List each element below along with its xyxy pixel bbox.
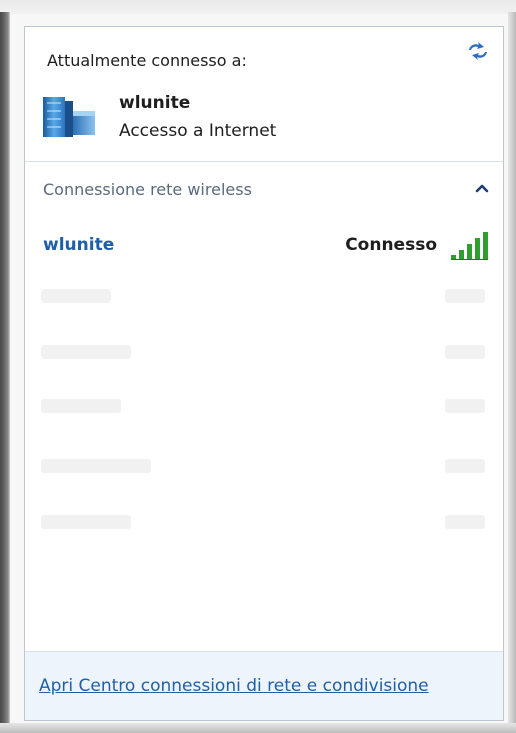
section-title: Connessione rete wireless: [43, 180, 252, 199]
frame-left-edge: [0, 12, 10, 733]
chevron-up-icon[interactable]: [475, 182, 489, 194]
hidden-network-placeholder: [41, 459, 151, 473]
hidden-network-placeholder: [445, 289, 485, 303]
hidden-network-placeholder: [41, 345, 131, 359]
hidden-network-placeholder: [445, 399, 485, 413]
frame-bottom-edge: [0, 723, 516, 733]
popup-frame: Attualmente connesso a: wlunite Accesso …: [0, 0, 516, 733]
hidden-network-placeholder: [41, 399, 121, 413]
connected-network-name: wlunite: [119, 93, 191, 113]
current-connection-header: Attualmente connesso a: wlunite Accesso …: [25, 27, 503, 161]
signal-strength-icon: [451, 232, 488, 260]
open-network-center-link[interactable]: Apri Centro connessioni di rete e condiv…: [39, 676, 429, 696]
network-flyout-panel: Attualmente connesso a: wlunite Accesso …: [24, 26, 504, 721]
frame-right-edge: [508, 12, 516, 733]
hidden-network-placeholder: [41, 515, 131, 529]
network-building-icon: [43, 97, 95, 137]
hidden-network-placeholder: [445, 459, 485, 473]
header-title: Attualmente connesso a:: [47, 51, 247, 70]
network-list-item[interactable]: wlunite Connesso: [25, 227, 503, 267]
refresh-arrows-icon[interactable]: [465, 39, 491, 63]
connected-network-status: Accesso a Internet: [119, 121, 277, 141]
wireless-section-header[interactable]: Connessione rete wireless: [25, 162, 503, 212]
hidden-network-placeholder: [41, 289, 111, 303]
hidden-network-placeholder: [445, 345, 485, 359]
connection-state: Connesso: [345, 235, 437, 255]
network-ssid: wlunite: [43, 235, 115, 255]
frame-top-edge: [0, 0, 516, 14]
hidden-network-placeholder: [445, 515, 485, 529]
flyout-footer: Apri Centro connessioni di rete e condiv…: [25, 651, 503, 720]
